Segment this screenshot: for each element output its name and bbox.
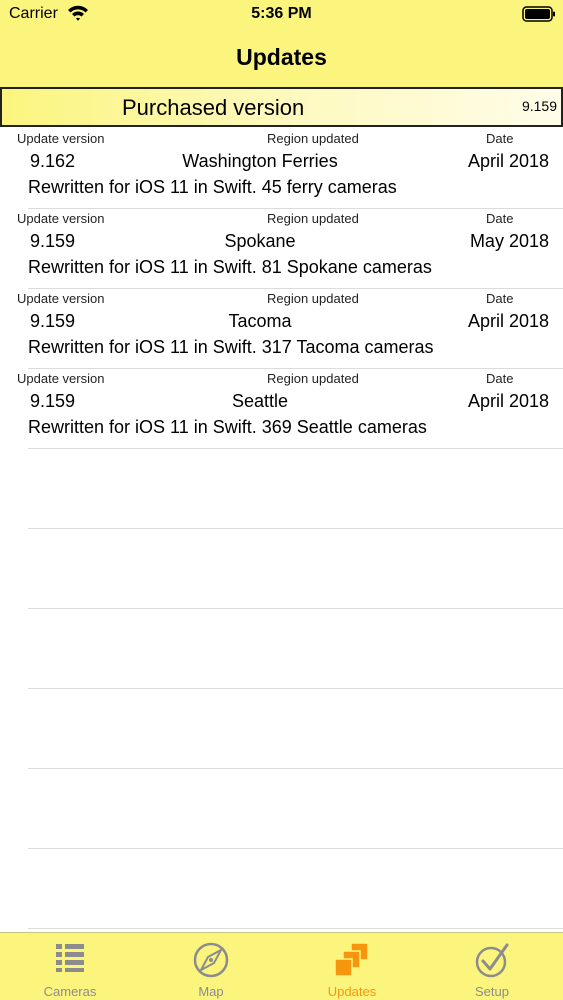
purchased-version-label: Purchased version xyxy=(122,95,305,120)
region-column-label: Region updated xyxy=(267,131,359,146)
region-updated: Seattle xyxy=(231,391,289,411)
status-bar: Carrier 5:36 PM xyxy=(0,0,563,30)
page-title: Updates xyxy=(236,44,327,70)
header: Carrier 5:36 PM Updates xyxy=(0,0,563,87)
update-description: Rewritten for iOS 11 in Swift. 45 ferry … xyxy=(28,177,397,197)
region-column-label: Region updated xyxy=(267,371,359,386)
tab-label: Updates xyxy=(327,984,377,999)
empty-row xyxy=(0,849,563,929)
date-column-label: Date xyxy=(486,131,514,146)
tab-setup[interactable]: Setup xyxy=(422,933,562,1000)
version-column-label: Update version xyxy=(17,211,105,226)
stacked-squares-icon xyxy=(334,942,369,977)
empty-row xyxy=(0,609,563,689)
version-column-label: Update version xyxy=(17,131,105,146)
tab-updates[interactable]: Updates xyxy=(282,933,422,1000)
tab-map[interactable]: Map xyxy=(141,933,281,1000)
list-item[interactable]: Update version Region updated Date 9.159… xyxy=(0,289,563,369)
update-date: April 2018 xyxy=(467,151,549,171)
update-description: Rewritten for iOS 11 in Swift. 317 Tacom… xyxy=(28,337,434,357)
update-description: Rewritten for iOS 11 in Swift. 369 Seatt… xyxy=(28,417,427,437)
empty-row xyxy=(0,529,563,609)
empty-row xyxy=(0,449,563,529)
battery-icon xyxy=(522,6,556,22)
tab-bar: Cameras Map Updates Setup xyxy=(0,932,563,1000)
clock: 5:36 PM xyxy=(251,5,312,22)
updates-list[interactable]: Update version Region updated Date 9.162… xyxy=(0,129,563,929)
tab-label: Setup xyxy=(475,984,509,999)
list-icon xyxy=(56,944,84,972)
date-column-label: Date xyxy=(486,371,514,386)
tab-cameras[interactable]: Cameras xyxy=(0,933,140,1000)
list-item[interactable]: Update version Region updated Date 9.159… xyxy=(0,369,563,449)
compass-icon xyxy=(193,942,229,978)
update-date: April 2018 xyxy=(467,391,549,411)
date-column-label: Date xyxy=(486,291,514,306)
empty-row xyxy=(0,689,563,769)
version-column-label: Update version xyxy=(17,371,105,386)
region-column-label: Region updated xyxy=(267,211,359,226)
purchased-version-banner: Purchased version 9.159 xyxy=(0,87,563,127)
region-updated: Washington Ferries xyxy=(182,151,338,171)
tab-label: Map xyxy=(198,984,224,999)
region-updated: Tacoma xyxy=(228,311,292,331)
checkmark-circle-icon xyxy=(475,943,509,978)
update-description: Rewritten for iOS 11 in Swift. 81 Spokan… xyxy=(28,257,432,277)
date-column-label: Date xyxy=(486,211,514,226)
version-column-label: Update version xyxy=(17,291,105,306)
list-item[interactable]: Update version Region updated Date 9.162… xyxy=(0,129,563,209)
purchased-version-value: 9.159 xyxy=(521,98,557,114)
update-date: May 2018 xyxy=(469,231,549,251)
region-updated: Spokane xyxy=(224,231,296,251)
empty-row xyxy=(0,769,563,849)
tab-label: Cameras xyxy=(43,984,97,999)
region-column-label: Region updated xyxy=(267,291,359,306)
list-item[interactable]: Update version Region updated Date 9.159… xyxy=(0,209,563,289)
update-date: April 2018 xyxy=(467,311,549,331)
